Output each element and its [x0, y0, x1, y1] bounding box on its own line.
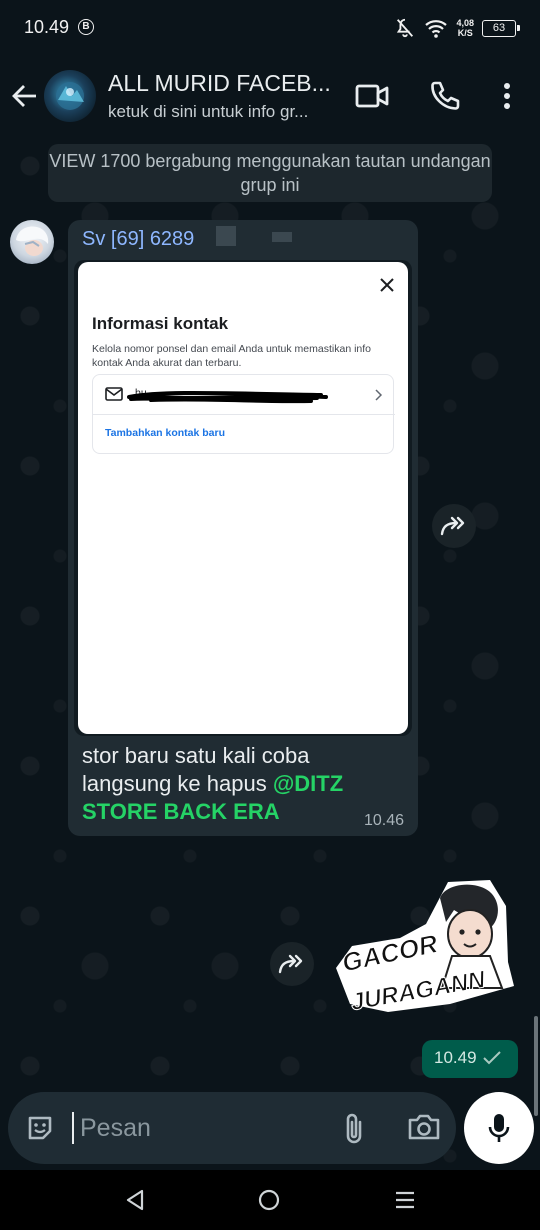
battery-icon: 63: [482, 19, 520, 37]
status-icons: 4,08 K/S 63: [394, 16, 520, 40]
group-avatar[interactable]: [44, 70, 96, 122]
group-title[interactable]: ALL MURID FACEB...: [108, 70, 348, 97]
add-contact-link: Tambahkan kontak baru: [105, 427, 226, 439]
nav-home-icon[interactable]: [258, 1189, 280, 1211]
group-subtitle[interactable]: ketuk di sini untuk info gr...: [108, 102, 348, 122]
sticker[interactable]: GACOR JURAGANN: [330, 876, 520, 1026]
sender-name[interactable]: Sv [69] 6289: [82, 228, 194, 251]
name-redaction: [196, 224, 306, 250]
forward-sticker-button[interactable]: [270, 942, 314, 986]
message-composer[interactable]: [8, 1092, 456, 1164]
outgoing-message-bubble[interactable]: 10.49: [422, 1040, 518, 1078]
forward-icon: [440, 516, 465, 536]
attach-icon[interactable]: [342, 1110, 366, 1146]
back-arrow-icon[interactable]: [10, 78, 40, 114]
emoji-icon[interactable]: [24, 1112, 56, 1144]
mute-icon: [397, 18, 414, 38]
message-text: stor baru satu kali coba langsung ke hap…: [82, 742, 402, 826]
redaction-blocks: [216, 226, 292, 246]
nav-recents-icon[interactable]: [394, 1189, 416, 1211]
chevron-right-icon: [375, 389, 383, 401]
screenshot-content: Informasi kontak Kelola nomor ponsel dan…: [78, 262, 408, 734]
text-caret: [72, 1112, 74, 1144]
email-row: bu: [93, 375, 395, 415]
incoming-message-bubble[interactable]: Sv [69] 6289 Informasi kontak Kelola nom…: [68, 220, 418, 836]
image-attachment[interactable]: Informasi kontak Kelola nomor ponsel dan…: [74, 260, 412, 736]
chat-area[interactable]: VIEW 1700 bergabung menggunakan tautan u…: [0, 136, 540, 1170]
system-nav-bar: [0, 1170, 540, 1230]
message-input[interactable]: [80, 1108, 320, 1148]
outgoing-message-time: 10.49: [434, 1048, 477, 1067]
nav-back-icon[interactable]: [124, 1188, 146, 1212]
scribble-redaction: [127, 391, 328, 404]
system-message: VIEW 1700 bergabung menggunakan tautan u…: [48, 144, 492, 202]
close-icon: [380, 278, 394, 292]
network-speed: 4,08 K/S: [456, 18, 474, 38]
contact-card: bu Tambahkan kontak baru: [92, 374, 395, 454]
b-badge-icon: B: [78, 19, 94, 35]
forward-button[interactable]: [432, 504, 476, 548]
mic-button[interactable]: [464, 1092, 534, 1164]
more-vert-icon[interactable]: [494, 78, 520, 114]
mic-icon: [488, 1114, 510, 1142]
sender-avatar[interactable]: [10, 220, 54, 264]
message-time: 10.46: [363, 812, 404, 829]
net-speed-unit: K/S: [457, 28, 473, 38]
group-avatar-image: [56, 82, 84, 110]
phone-icon[interactable]: [426, 78, 462, 114]
screenshot-description: Kelola nomor ponsel dan email Anda untuk…: [92, 343, 371, 369]
status-bar: 10.49 B 4,08 K/S 63: [0, 0, 540, 56]
video-call-icon[interactable]: [354, 80, 390, 112]
screenshot-title: Informasi kontak: [92, 314, 229, 333]
wifi-icon: [425, 20, 448, 38]
camera-icon[interactable]: [406, 1110, 442, 1144]
scrollbar[interactable]: [534, 1016, 538, 1116]
net-speed-value: 4,08: [456, 18, 474, 28]
check-icon: [483, 1051, 501, 1065]
status-time: 10.49: [24, 17, 70, 37]
chat-header: ALL MURID FACEB... ketuk di sini untuk i…: [0, 56, 540, 136]
forward-icon: [278, 954, 303, 974]
sender-avatar-image: [16, 226, 49, 256]
